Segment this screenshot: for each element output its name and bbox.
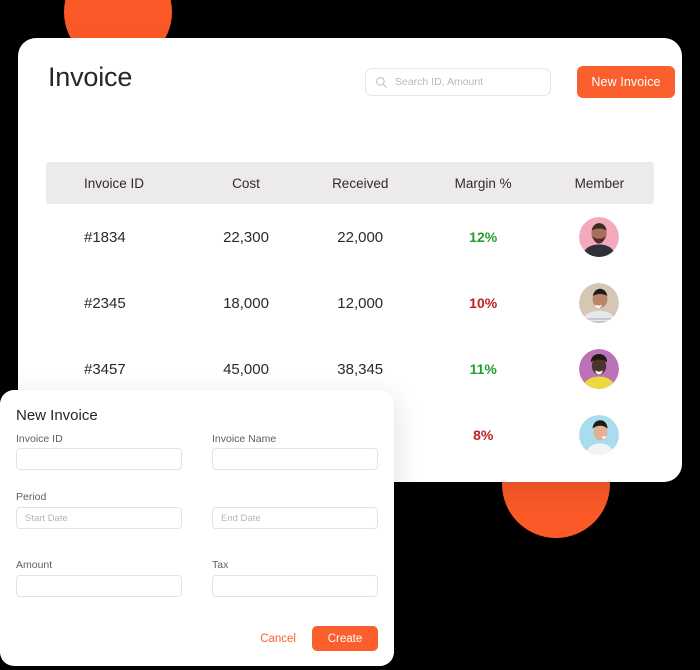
column-header-margin: Margin % (454, 175, 512, 191)
create-button[interactable]: Create (312, 626, 378, 651)
new-invoice-button[interactable]: New Invoice (577, 66, 675, 98)
cell-member (545, 415, 654, 455)
cancel-button[interactable]: Cancel (258, 629, 298, 649)
cell-member (545, 349, 654, 389)
cell-margin: 8% (473, 427, 494, 443)
modal-actions: Cancel Create (258, 626, 378, 651)
label-period: Period (16, 491, 47, 503)
table-row[interactable]: #2345 18,000 12,000 10% (46, 270, 654, 336)
column-header-invoice-id: Invoice ID (84, 175, 145, 191)
end-date-input[interactable] (212, 507, 378, 529)
table-row[interactable]: #1834 22,300 22,000 12% (46, 204, 654, 270)
avatar (579, 217, 620, 257)
cell-margin: 12% (469, 229, 498, 245)
column-header-member: Member (574, 175, 625, 191)
new-invoice-modal: New Invoice Invoice ID Invoice Name Peri… (0, 390, 394, 666)
avatar-beige-image (579, 283, 620, 323)
cell-invoice-id: #1834 (84, 228, 126, 246)
cell-received: 12,000 (337, 294, 384, 312)
screenshot-stage: Invoice New Invoice Invoice ID Cost Rece… (0, 0, 700, 670)
cell-cost: 45,000 (223, 360, 269, 378)
avatar (579, 349, 620, 389)
search-icon (376, 76, 387, 88)
label-amount: Amount (16, 559, 53, 571)
modal-title: New Invoice (16, 407, 98, 424)
cell-member (545, 283, 654, 323)
column-header-cost: Cost (232, 175, 260, 191)
tax-input[interactable] (212, 575, 378, 597)
invoice-name-input[interactable] (212, 448, 378, 470)
avatar (579, 283, 620, 323)
start-date-input[interactable] (16, 507, 182, 529)
cell-cost: 18,000 (223, 294, 269, 312)
cell-margin: 10% (469, 295, 498, 311)
avatar-purple-image (579, 349, 620, 389)
avatar-pink-image (579, 217, 620, 257)
invoice-id-input[interactable] (16, 448, 182, 470)
card-header: Invoice New Invoice (18, 38, 682, 124)
search-box[interactable] (365, 68, 551, 96)
cell-invoice-id: #3457 (84, 360, 126, 378)
avatar-blue-image (579, 415, 620, 455)
cell-invoice-id: #2345 (84, 294, 126, 312)
table-header-row: Invoice ID Cost Received Margin % Member (46, 162, 654, 204)
cell-member (545, 217, 654, 257)
cell-received: 38,345 (337, 360, 384, 378)
column-header-received: Received (332, 175, 389, 191)
avatar (579, 415, 620, 455)
label-invoice-id: Invoice ID (16, 433, 63, 445)
cell-cost: 22,300 (223, 228, 269, 246)
amount-input[interactable] (16, 575, 182, 597)
label-invoice-name: Invoice Name (212, 433, 277, 445)
search-input[interactable] (395, 76, 541, 88)
cell-margin: 11% (469, 361, 497, 377)
page-title: Invoice (48, 62, 133, 92)
cell-received: 22,000 (337, 228, 384, 246)
label-tax: Tax (212, 559, 229, 571)
